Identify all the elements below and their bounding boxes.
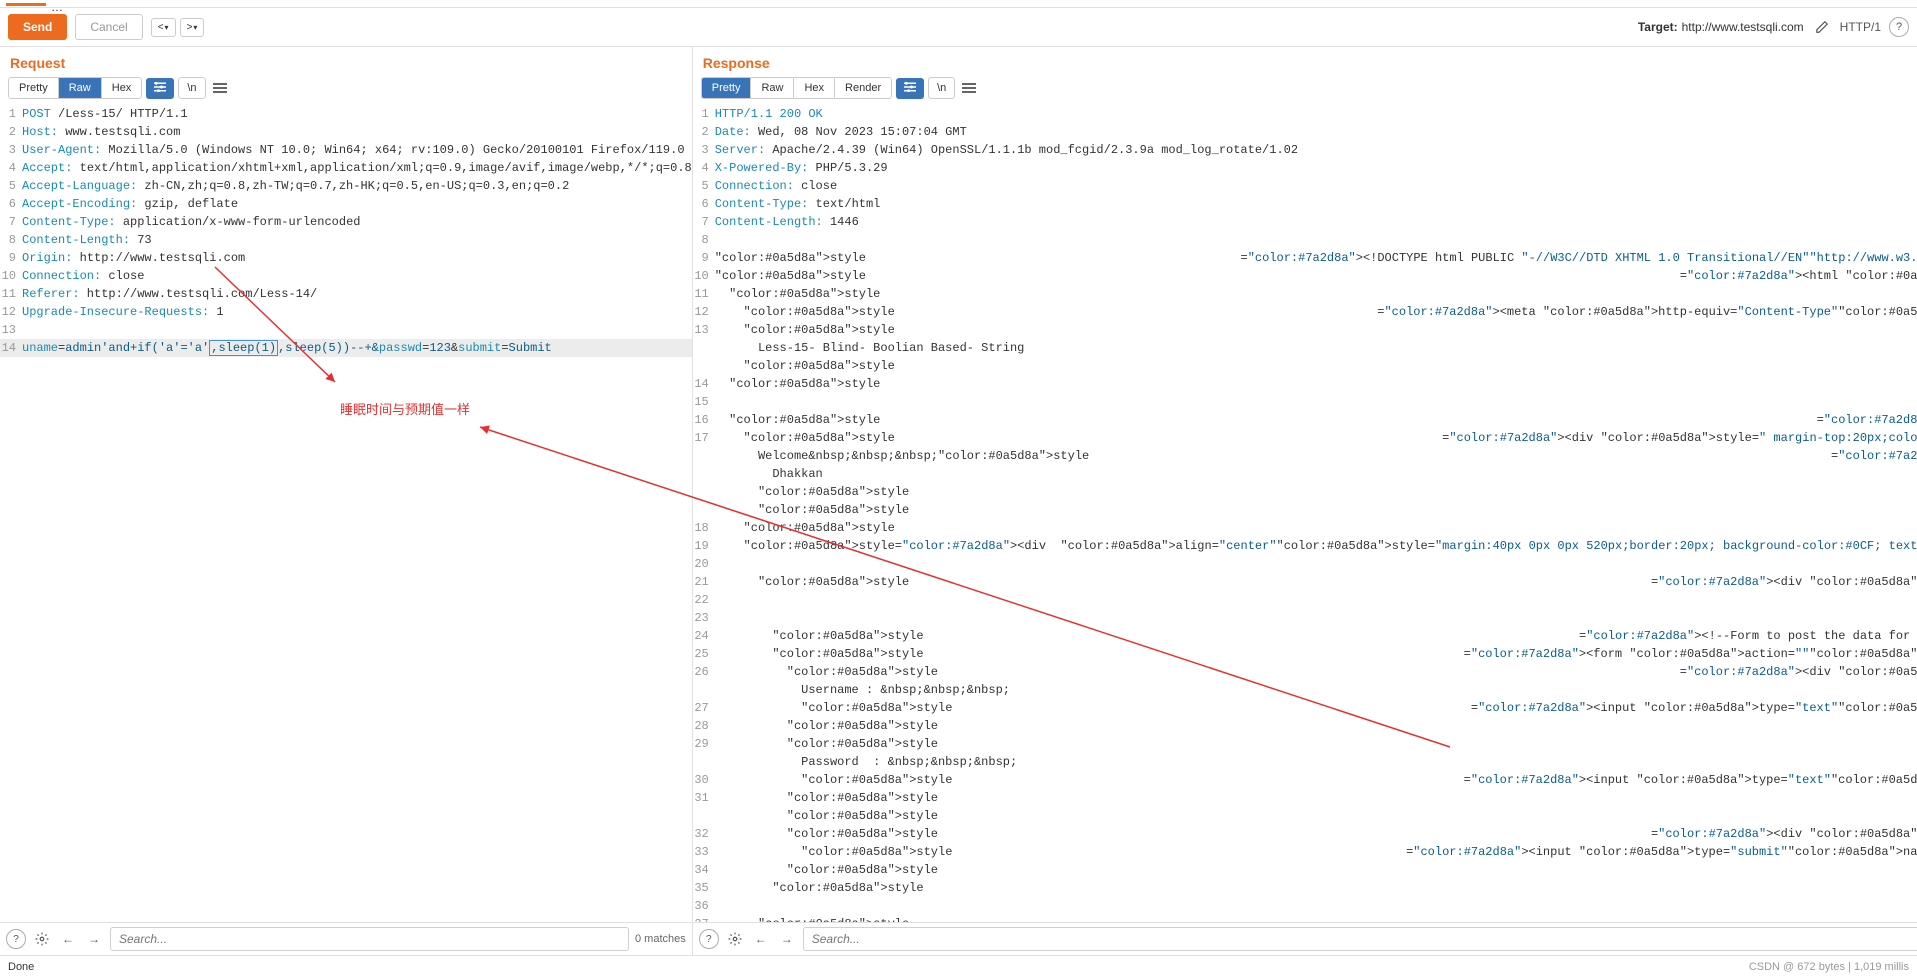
cancel-button[interactable]: Cancel	[75, 14, 142, 40]
watermark: CSDN @	[1749, 961, 1794, 973]
request-matches: 0 matches	[635, 933, 686, 945]
status-done: Done	[8, 961, 34, 973]
tab-bar: …	[0, 0, 1917, 8]
request-search-next-icon[interactable]: →	[84, 929, 104, 949]
annotation-text: 睡眠时间与预期值一样	[340, 399, 470, 418]
request-search-input[interactable]	[110, 927, 629, 951]
response-tab-hex[interactable]: Hex	[794, 78, 835, 98]
response-search-prev-icon[interactable]: ←	[751, 929, 771, 949]
request-pane: Request Pretty Raw Hex \n 1POST /Less-15…	[0, 47, 693, 955]
edit-target-icon[interactable]	[1812, 17, 1832, 37]
send-button[interactable]: Send	[8, 14, 67, 40]
help-icon[interactable]: ?	[1889, 17, 1909, 37]
response-search-help-icon[interactable]: ?	[699, 929, 719, 949]
response-newline-toggle[interactable]: \n	[928, 77, 955, 99]
response-title: Response	[703, 55, 770, 71]
request-menu-icon[interactable]	[210, 78, 230, 98]
response-tab-render[interactable]: Render	[835, 78, 891, 98]
response-search-next-icon[interactable]: →	[777, 929, 797, 949]
target-url: http://www.testsqli.com	[1682, 20, 1804, 34]
response-code[interactable]: 1HTTP/1.1 200 OK2Date: Wed, 08 Nov 2023 …	[693, 105, 1917, 922]
response-actions-icon[interactable]	[896, 78, 924, 99]
request-search-help-icon[interactable]: ?	[6, 929, 26, 949]
http-version[interactable]: HTTP/1	[1840, 20, 1881, 34]
history-back-button[interactable]: <▾	[151, 18, 176, 37]
response-search-input[interactable]	[803, 927, 1917, 951]
request-search-prev-icon[interactable]: ←	[58, 929, 78, 949]
request-title: Request	[10, 55, 65, 71]
request-view-tabs: Pretty Raw Hex	[8, 77, 142, 99]
response-view-tabs: Pretty Raw Hex Render	[701, 77, 892, 99]
request-search-settings-icon[interactable]	[32, 929, 52, 949]
tab-extra[interactable]: …	[51, 0, 81, 6]
request-tab-pretty[interactable]: Pretty	[9, 78, 59, 98]
response-tab-raw[interactable]: Raw	[751, 78, 794, 98]
response-search-settings-icon[interactable]	[725, 929, 745, 949]
response-pane: Response ▯▯ ☰ ▭ Pretty Raw Hex Render \n…	[693, 47, 1917, 955]
request-tab-hex[interactable]: Hex	[102, 78, 142, 98]
request-newline-toggle[interactable]: \n	[178, 77, 205, 99]
history-forward-button[interactable]: >▾	[180, 18, 205, 37]
toolbar: Send Cancel <▾ >▾ Target: http://www.tes…	[0, 8, 1917, 47]
response-tab-pretty[interactable]: Pretty	[702, 78, 752, 98]
status-bar: Done CSDN @ 672 bytes | 1,019 millis	[0, 955, 1917, 977]
tab-active[interactable]	[6, 0, 46, 6]
response-menu-icon[interactable]	[959, 78, 979, 98]
request-code[interactable]: 1POST /Less-15/ HTTP/1.12Host: www.tests…	[0, 105, 692, 922]
target-label: Target:	[1638, 20, 1678, 34]
request-tab-raw[interactable]: Raw	[59, 78, 102, 98]
request-actions-icon[interactable]	[146, 78, 174, 99]
status-bytes: 672 bytes | 1,019 millis	[1797, 961, 1909, 973]
